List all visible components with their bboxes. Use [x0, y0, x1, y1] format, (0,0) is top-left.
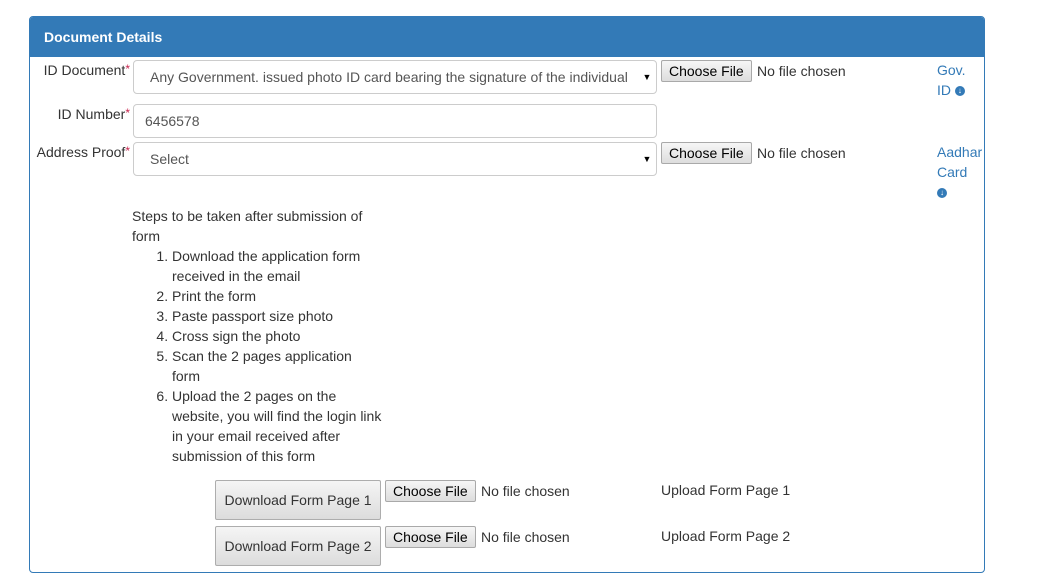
form-page-2-file-status: No file chosen [481, 529, 570, 545]
id-document-label: ID Document* [38, 62, 130, 78]
required-marker: * [125, 144, 130, 158]
aadhar-link-line2: Card [937, 164, 968, 180]
download-circle-icon: ↓ [954, 86, 965, 97]
aadhar-link-line1: Aadhar [937, 144, 983, 160]
download-circle-icon: ↓ [937, 188, 947, 199]
upload-form-page-1-label: Upload Form Page 1 [661, 482, 791, 498]
steps-list: Download the application form received i… [132, 246, 382, 466]
step-item: Print the form [172, 286, 382, 306]
step-item: Scan the 2 pages application form [172, 346, 382, 386]
required-marker: * [125, 106, 130, 120]
step-item: Upload the 2 pages on the website, you w… [172, 386, 382, 466]
address-proof-select[interactable]: Select ▼ [133, 142, 657, 176]
id-document-selected-value: Any Government. issued photo ID card bea… [150, 69, 628, 85]
address-proof-selected-value: Select [150, 151, 189, 167]
step-item: Paste passport size photo [172, 306, 382, 326]
address-proof-label: Address Proof* [28, 144, 130, 160]
download-form-page-1-button[interactable]: Download Form Page 1 [215, 480, 381, 520]
chevron-down-icon: ▼ [642, 143, 652, 175]
id-number-label: ID Number* [38, 106, 130, 122]
gov-id-download-link[interactable]: Gov. ID ↓ [937, 60, 966, 100]
address-proof-label-text: Address Proof [36, 144, 126, 160]
form-page-1-file-status: No file chosen [481, 483, 570, 499]
id-document-choose-file-button[interactable]: Choose File [661, 60, 752, 82]
required-marker: * [125, 62, 130, 76]
id-number-label-text: ID Number [57, 106, 126, 122]
steps-instructions: Steps to be taken after submission of fo… [132, 206, 382, 466]
upload-form-page-2-label: Upload Form Page 2 [661, 528, 791, 544]
gov-id-link-line1: Gov. [937, 62, 966, 78]
form-page-1-choose-file-button[interactable]: Choose File [385, 480, 476, 502]
steps-heading: Steps to be taken after submission of fo… [132, 208, 363, 244]
id-document-file-status: No file chosen [757, 63, 846, 79]
download-form-page-2-button[interactable]: Download Form Page 2 [215, 526, 381, 566]
form-page-2-choose-file-button[interactable]: Choose File [385, 526, 476, 548]
address-proof-choose-file-button[interactable]: Choose File [661, 142, 752, 164]
chevron-down-icon: ▼ [642, 61, 652, 93]
address-proof-file-status: No file chosen [757, 145, 846, 161]
id-document-label-text: ID Document [43, 62, 126, 78]
id-document-select[interactable]: Any Government. issued photo ID card bea… [133, 60, 657, 94]
aadhar-card-download-link[interactable]: Aadhar Card ↓ [937, 142, 982, 202]
id-number-input[interactable]: 6456578 [133, 104, 657, 138]
panel-title: Document Details [30, 17, 984, 57]
step-item: Download the application form received i… [172, 246, 382, 286]
gov-id-link-line2: ID [937, 82, 951, 98]
step-item: Cross sign the photo [172, 326, 382, 346]
